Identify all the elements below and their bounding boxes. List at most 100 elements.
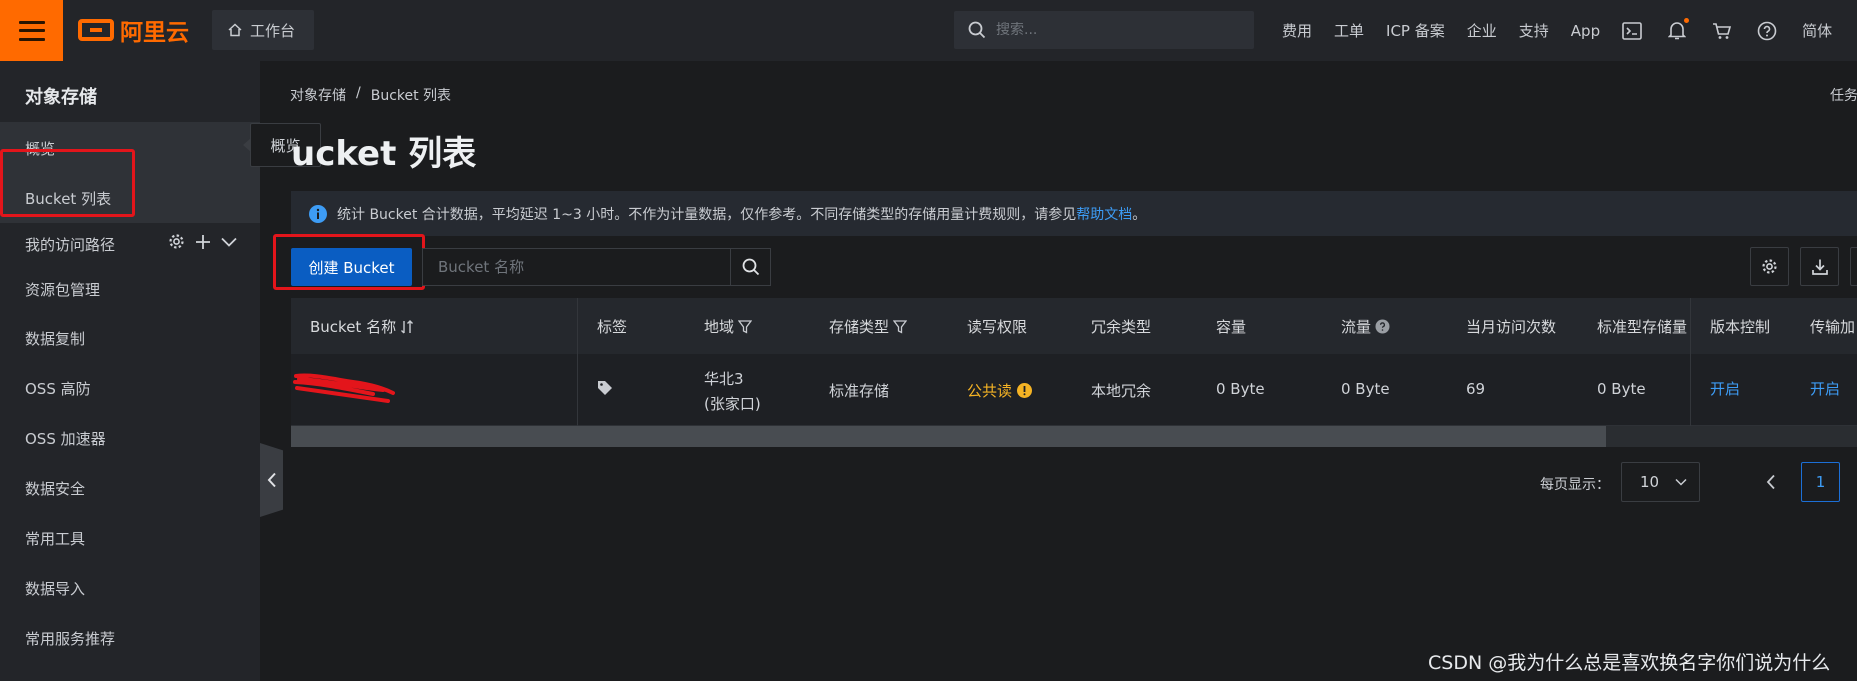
th-storage-class-label: 存储类型 [829, 318, 890, 336]
nav-billing[interactable]: 费用 [1282, 20, 1312, 41]
filter-icon[interactable] [893, 319, 908, 334]
sort-icon[interactable] [400, 319, 414, 335]
sidebar-title: 对象存储 [25, 87, 97, 108]
sidebar-item-accelerator[interactable]: OSS 加速器 [25, 428, 106, 449]
brand-name: 阿里云 [120, 20, 189, 46]
th-redundancy: 冗余类型 [1091, 318, 1152, 336]
info-icon [309, 204, 327, 223]
annotation-box-bucket-list [0, 149, 135, 217]
nav-tickets[interactable]: 工单 [1334, 20, 1364, 41]
warning-icon[interactable] [1017, 383, 1033, 398]
nav-app[interactable]: App [1571, 22, 1600, 40]
export-button[interactable] [1800, 247, 1839, 286]
menu-icon [18, 20, 45, 41]
td-acl: 公共读 [967, 380, 1033, 401]
th-standard-usage: 标准型存储量 [1597, 318, 1688, 336]
breadcrumb-bucket-list: Bucket 列表 [370, 88, 452, 104]
per-page-value: 10 [1640, 473, 1660, 491]
sidebar-collapse-handle[interactable] [260, 443, 283, 517]
th-acl: 读写权限 [967, 318, 1028, 336]
th-bucket-name[interactable]: Bucket 名称 [310, 316, 414, 337]
th-bucket-name-label: Bucket 名称 [310, 318, 397, 336]
td-acl-label: 公共读 [967, 382, 1013, 400]
chevron-down-icon [1675, 478, 1687, 486]
redacted-bucket-name [293, 373, 395, 403]
aliyun-logo-icon [78, 19, 114, 41]
page-1-button[interactable]: 1 [1801, 462, 1840, 502]
bucket-search [422, 248, 771, 286]
top-bar: 阿里云 工作台 费用 工单 ICP 备案 企业 支持 App 简体 [0, 0, 1857, 61]
global-search-input[interactable] [996, 22, 1226, 38]
th-capacity: 容量 [1216, 318, 1247, 336]
horizontal-scrollbar[interactable] [291, 426, 1857, 447]
more-tool-button[interactable] [1850, 247, 1857, 286]
nav-enterprise[interactable]: 企业 [1467, 20, 1497, 41]
nav-icp[interactable]: ICP 备案 [1386, 20, 1445, 41]
th-traffic: 流量 [1341, 316, 1390, 337]
info-notice: 统计 Bucket 合计数据，平均延迟 1~3 小时。不作为计量数据，仅作参考。… [291, 191, 1857, 236]
language-switch[interactable]: 简体 [1802, 20, 1832, 41]
notice-body: 统计 Bucket 合计数据，平均延迟 1~3 小时。不作为计量数据，仅作参考。… [337, 206, 1077, 223]
global-search[interactable] [954, 11, 1254, 49]
sidebar-item-replication[interactable]: 数据复制 [25, 328, 85, 349]
sidebar-item-resource-pkg[interactable]: 资源包管理 [25, 279, 100, 300]
th-versioning: 版本控制 [1710, 318, 1771, 336]
td-versioning-link[interactable]: 开启 [1710, 378, 1740, 399]
th-region: 地域 [704, 316, 753, 337]
page-title: ucket 列表 [291, 134, 477, 174]
th-transfer-accel: 传输加 [1810, 318, 1856, 336]
download-icon [1811, 259, 1828, 275]
th-region-label: 地域 [704, 318, 735, 336]
td-monthly-requests: 69 [1466, 380, 1486, 398]
tag-icon[interactable] [597, 380, 613, 396]
chevron-left-icon [267, 472, 276, 488]
breadcrumb-separator: / [356, 85, 361, 101]
gear-icon[interactable] [168, 233, 185, 250]
prev-page-button[interactable] [1760, 470, 1782, 494]
watermark: CSDN @我为什么总是喜欢换名字你们说为什么 [1428, 652, 1831, 674]
th-tags: 标签 [597, 318, 628, 336]
plus-icon[interactable] [195, 234, 211, 250]
terminal-icon[interactable] [1622, 21, 1642, 41]
per-page-select[interactable]: 10 [1621, 462, 1700, 502]
sidebar-item-my-routes[interactable]: 我的访问路径 [25, 234, 115, 255]
route-tools [168, 233, 237, 250]
workbench-button[interactable]: 工作台 [212, 10, 314, 50]
th-traffic-label: 流量 [1341, 318, 1372, 336]
cart-icon[interactable] [1712, 21, 1732, 41]
bucket-search-input[interactable] [423, 249, 730, 285]
bucket-search-button[interactable] [730, 249, 770, 285]
notification-dot [1684, 17, 1690, 23]
help-icon[interactable] [1757, 21, 1777, 41]
filter-icon[interactable] [738, 319, 753, 334]
tasks-link[interactable]: 任务 [1830, 85, 1857, 105]
table-settings-button[interactable] [1750, 247, 1789, 286]
chevron-left-icon [1766, 474, 1775, 490]
nav-support[interactable]: 支持 [1519, 20, 1549, 41]
sidebar-item-security[interactable]: 数据安全 [25, 478, 85, 499]
notice-end: 。 [1132, 206, 1147, 223]
aliyun-logo[interactable]: 阿里云 [78, 14, 189, 46]
gear-icon [1762, 259, 1777, 274]
help-icon[interactable] [1375, 319, 1390, 334]
breadcrumb-oss[interactable]: 对象存储 [290, 85, 346, 105]
sidebar-item-recommend[interactable]: 常用服务推荐 [25, 628, 115, 649]
th-monthly-requests: 当月访问次数 [1466, 318, 1557, 336]
bell-icon[interactable] [1667, 17, 1690, 41]
sidebar-item-tools[interactable]: 常用工具 [25, 528, 85, 549]
fixed-right-divider [1690, 298, 1691, 426]
chevron-down-icon[interactable] [221, 237, 237, 247]
per-page-label: 每页显示： [1540, 477, 1610, 493]
help-doc-link[interactable]: 帮助文档 [1076, 207, 1132, 223]
annotation-box-create-bucket [273, 234, 425, 290]
sidebar-item-import[interactable]: 数据导入 [25, 578, 85, 599]
td-region-line1: 华北3 [704, 370, 744, 388]
home-icon [228, 23, 242, 37]
scrollbar-thumb[interactable] [291, 426, 1606, 447]
sidebar-item-oss-ddos[interactable]: OSS 高防 [25, 378, 91, 399]
workbench-label: 工作台 [250, 21, 296, 40]
search-icon [742, 258, 759, 276]
td-region-line2: (张家口) [704, 395, 761, 413]
td-transfer-accel-link[interactable]: 开启 [1810, 378, 1840, 399]
hamburger-menu-button[interactable] [0, 0, 63, 61]
